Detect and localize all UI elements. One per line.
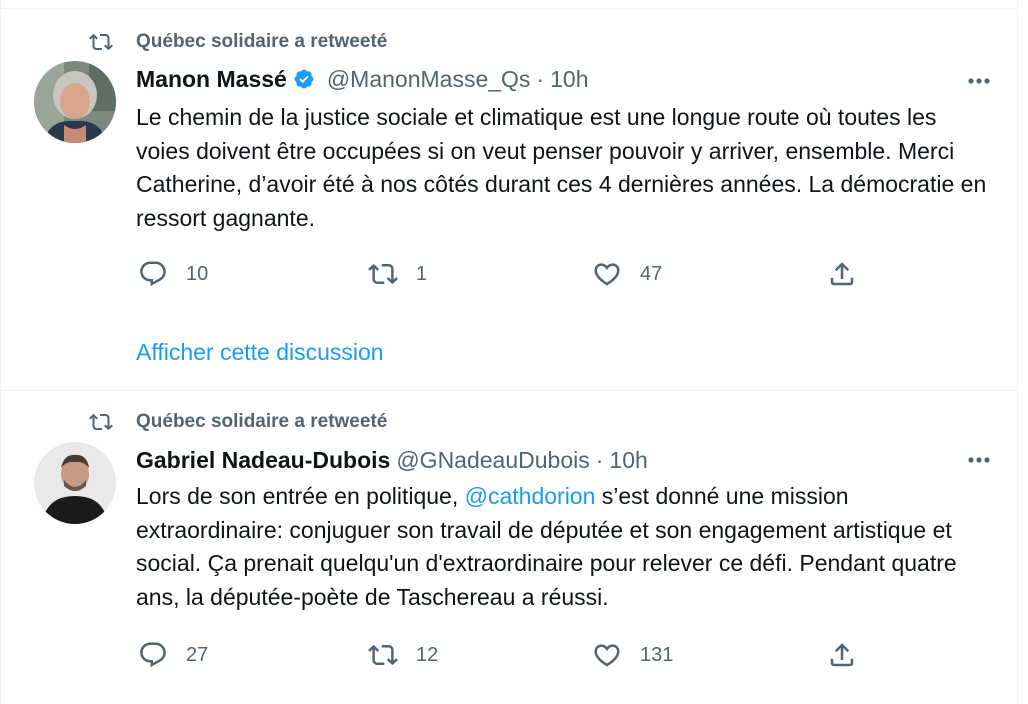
retweet-label[interactable]: Québec solidaire a retweeté [136, 31, 387, 53]
share-icon [830, 262, 854, 286]
tweet-text-start: Lors de son entrée en politique, [136, 483, 465, 509]
author-handle[interactable]: @ManonMasse_Qs [327, 66, 531, 93]
share-button[interactable] [827, 254, 857, 294]
retweet-icon [368, 644, 398, 666]
more-icon[interactable] [961, 69, 997, 93]
share-button[interactable] [827, 635, 857, 675]
timestamp[interactable]: 10h [550, 66, 588, 93]
tweet-actions: 10 1 47 [1, 254, 1017, 294]
like-count: 131 [640, 643, 674, 666]
reply-icon [140, 261, 166, 287]
tweet[interactable]: Québec solidaire a retweeté Manon Massé … [1, 9, 1017, 391]
like-button[interactable]: 47 [592, 254, 662, 294]
like-icon [594, 644, 620, 667]
retweet-button[interactable]: 1 [368, 254, 427, 294]
previous-tweet-edge [1, 0, 1017, 9]
reply-icon [140, 642, 166, 668]
tweet[interactable]: Québec solidaire a retweeté Gabriel Nade… [1, 392, 1017, 704]
like-icon [594, 263, 620, 286]
author-name[interactable]: Gabriel Nadeau-Dubois [136, 447, 390, 474]
retweet-button[interactable]: 12 [368, 635, 438, 675]
avatar-photo [34, 442, 116, 524]
share-icon [830, 643, 854, 667]
author-name[interactable]: Manon Massé [136, 66, 287, 93]
retweet-label[interactable]: Québec solidaire a retweeté [136, 411, 387, 433]
tweet-actions: 27 12 131 [1, 635, 1017, 675]
mention-link[interactable]: @cathdorion [465, 483, 596, 509]
author-handle[interactable]: @GNadeauDubois [396, 447, 589, 474]
verified-badge-icon [294, 69, 314, 89]
retweet-icon [368, 263, 398, 285]
avatar[interactable] [34, 61, 116, 143]
retweet-count: 12 [416, 643, 439, 666]
tweet-header: Gabriel Nadeau-Dubois @GNadeauDubois · 1… [136, 443, 648, 477]
reply-button[interactable]: 27 [138, 635, 208, 675]
timestamp[interactable]: 10h [609, 447, 647, 474]
retweet-count: 1 [416, 262, 428, 285]
reply-count: 27 [186, 643, 209, 666]
retweet-icon [89, 33, 113, 51]
retweet-icon [89, 413, 113, 431]
tweet-header: Manon Massé @ManonMasse_Qs · 10h [136, 62, 588, 96]
tweet-text: Le chemin de la justice sociale et clima… [136, 104, 987, 231]
avatar-photo [34, 61, 116, 143]
tweet-text: Lors de son entrée en politique, @cathdo… [136, 480, 996, 614]
like-button[interactable]: 131 [592, 635, 673, 675]
avatar[interactable] [34, 442, 116, 524]
like-count: 47 [640, 262, 663, 285]
separator: · [536, 65, 545, 92]
more-icon[interactable] [961, 448, 997, 472]
reply-count: 10 [186, 262, 209, 285]
separator: · [595, 446, 604, 473]
reply-button[interactable]: 10 [138, 254, 208, 294]
show-thread-link[interactable]: Afficher cette discussion [136, 339, 384, 366]
timeline: Québec solidaire a retweeté Manon Massé … [0, 0, 1018, 704]
